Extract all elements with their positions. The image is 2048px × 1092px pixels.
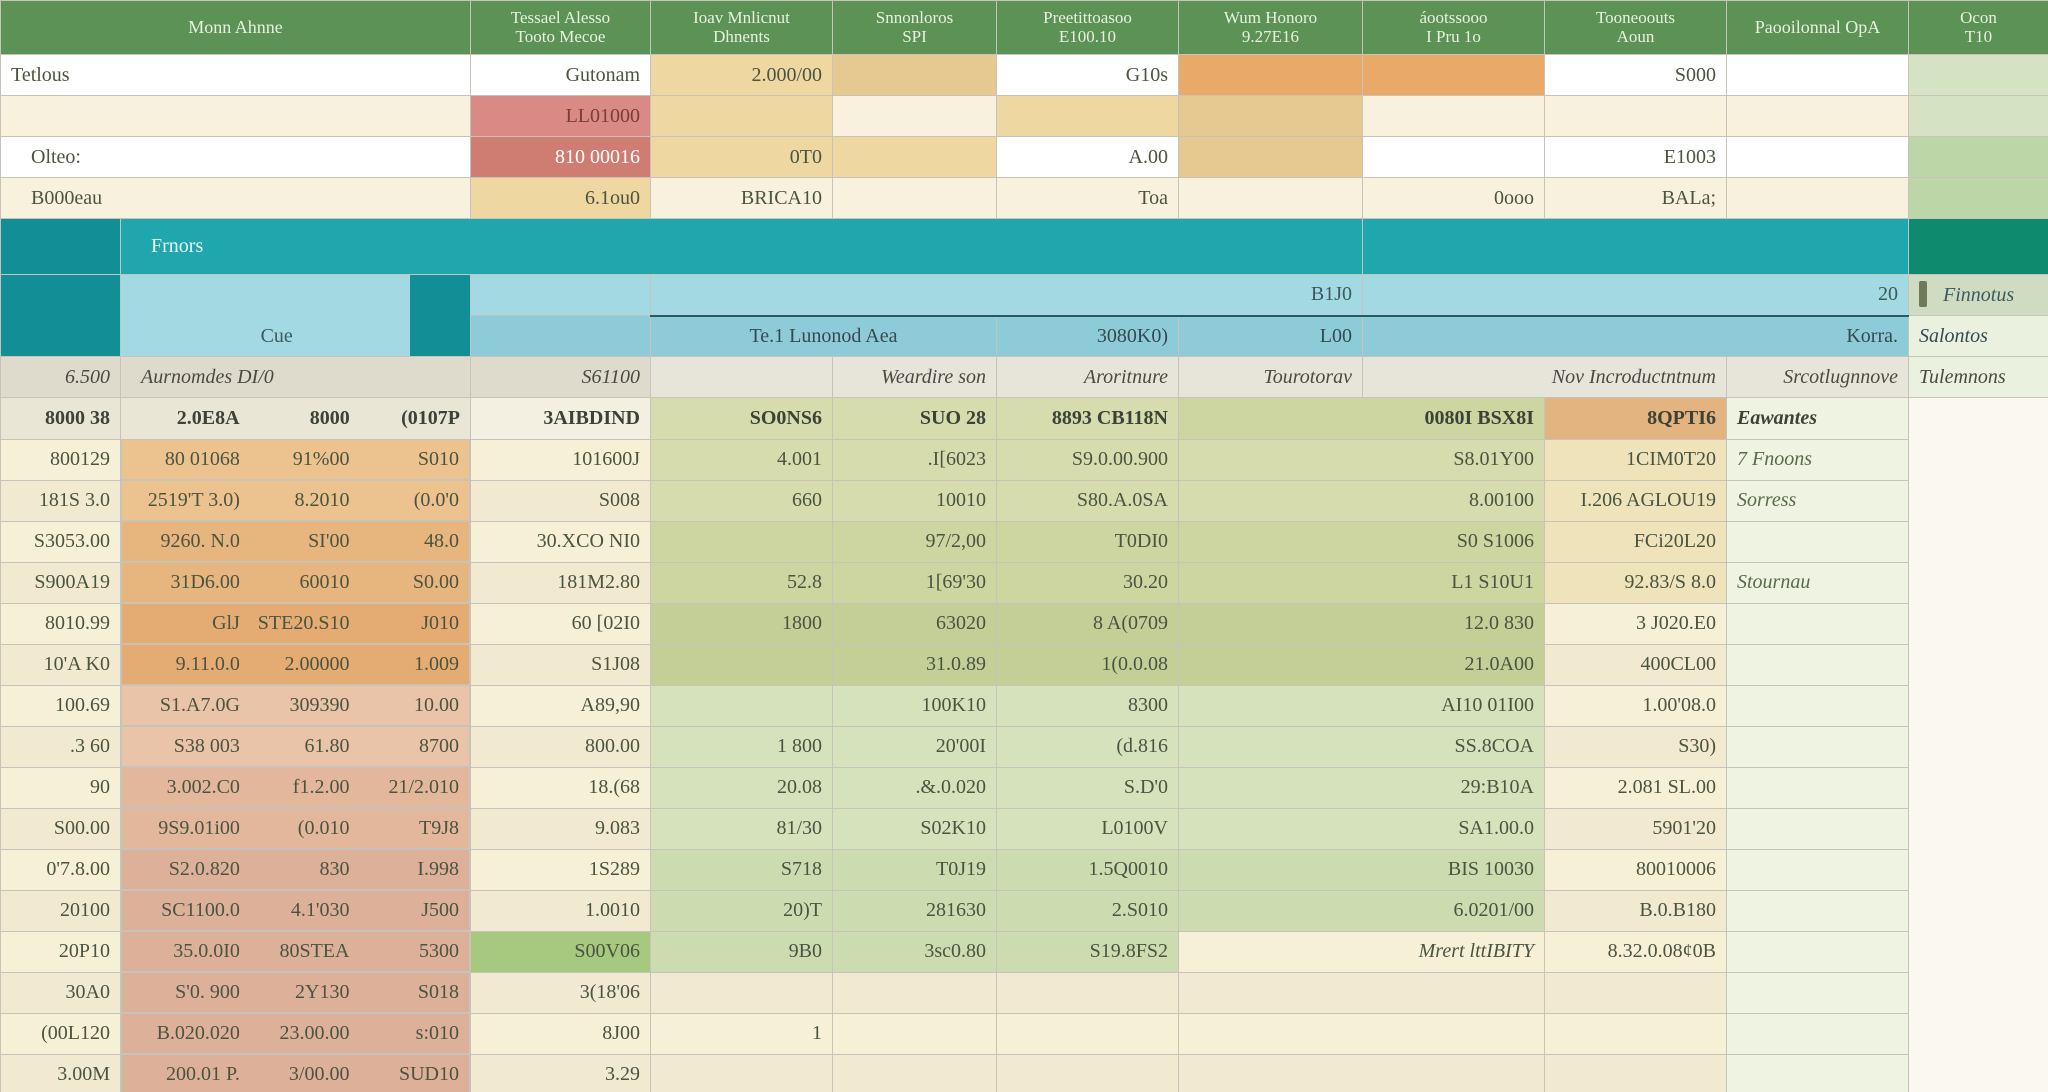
- data-row[interactable]: 181S 3.02519'T 3.0)8.2010(0.0'0S00866010…: [1, 480, 2048, 521]
- header-c4: SnnonlorosSPI: [833, 1, 997, 55]
- summary-row-3[interactable]: Olteo: 810 00016 0T0 A.00 E1003: [1, 137, 2048, 178]
- header-c5: PreetittoasooE100.10: [997, 1, 1179, 55]
- header-c7: áootssoooI Pru 1o: [1363, 1, 1545, 55]
- header-c9: Paooilonnal OpA: [1727, 1, 1909, 55]
- data-row[interactable]: 30A0S'0. 9002Y130S0183(18'06: [1, 972, 2048, 1013]
- data-row[interactable]: S900A1931D6.0060010S0.00181M2.8052.81[69…: [1, 562, 2048, 603]
- data-row[interactable]: 20100SC1100.04.1'030J5001.001020)T281630…: [1, 890, 2048, 931]
- data-row[interactable]: 903.002.C0f1.2.0021/2.01018.(6820.08.&.0…: [1, 767, 2048, 808]
- data-row[interactable]: 80012980 0106891%00S010101600J4.001.I[60…: [1, 439, 2048, 480]
- scrollbar-thumb[interactable]: Finnotus: [1909, 275, 2048, 316]
- header-c10: OconT10: [1909, 1, 2048, 55]
- header-c3: Ioav MnlicnutDhnents: [651, 1, 833, 55]
- section-sub-1: Cue B1J0 20 Finnotus: [1, 275, 2048, 316]
- category-row[interactable]: 8000 38 2.0E8A 8000 (0107P 3AIBDIND SO0N…: [1, 398, 2048, 440]
- data-row[interactable]: (00L120B.020.02023.00.00s:0108J001: [1, 1013, 2048, 1054]
- data-row[interactable]: S00.009S9.01i00(0.010T9J89.08381/30S02K1…: [1, 808, 2048, 849]
- summary-row-4[interactable]: B000eau 6.1ou0 BRICA10 Toa 0ooo BALa;: [1, 178, 2048, 219]
- header-c6: Wum Honoro9.27E16: [1179, 1, 1363, 55]
- subheader-row: 6.500 Aurnomdes DI/0 S61100 Weardire son…: [1, 357, 2048, 398]
- header-c8: TooneooutsAoun: [1545, 1, 1727, 55]
- data-row[interactable]: .3 60S38 00361.808700800.001 80020'00I(d…: [1, 726, 2048, 767]
- spreadsheet[interactable]: Monn Ahnne Tessael AlessoTooto Mecoe Ioa…: [0, 0, 2048, 1092]
- data-row[interactable]: 0'7.8.00S2.0.820830I.9981S289S718T0J191.…: [1, 849, 2048, 890]
- header-c2: Tessael AlessoTooto Mecoe: [471, 1, 651, 55]
- data-row[interactable]: 100.69S1.A7.0G30939010.00A89,90100K10830…: [1, 685, 2048, 726]
- data-row[interactable]: S3053.009260. N.0SI'0048.030.XCO NI097/2…: [1, 521, 2048, 562]
- data-row[interactable]: 8010.99GlJSTE20.S10J01060 [02I0180063020…: [1, 603, 2048, 644]
- summary-row-2[interactable]: LL01000: [1, 96, 2048, 137]
- data-row[interactable]: 20P1035.0.0I080STEA5300S00V069B03sc0.80S…: [1, 931, 2048, 972]
- header-name: Monn Ahnne: [1, 1, 471, 55]
- summary-row-1[interactable]: Tetlous Gutonam 2.000/00 G10s S000: [1, 55, 2048, 96]
- data-row[interactable]: 10'A K09.11.0.02.000001.009S1J0831.0.891…: [1, 644, 2048, 685]
- data-row[interactable]: 3.00M200.01 P.3/00.00SUD103.29: [1, 1054, 2048, 1092]
- section-band: Frnors: [1, 219, 2048, 275]
- column-header-row: Monn Ahnne Tessael AlessoTooto Mecoe Ioa…: [1, 1, 2048, 55]
